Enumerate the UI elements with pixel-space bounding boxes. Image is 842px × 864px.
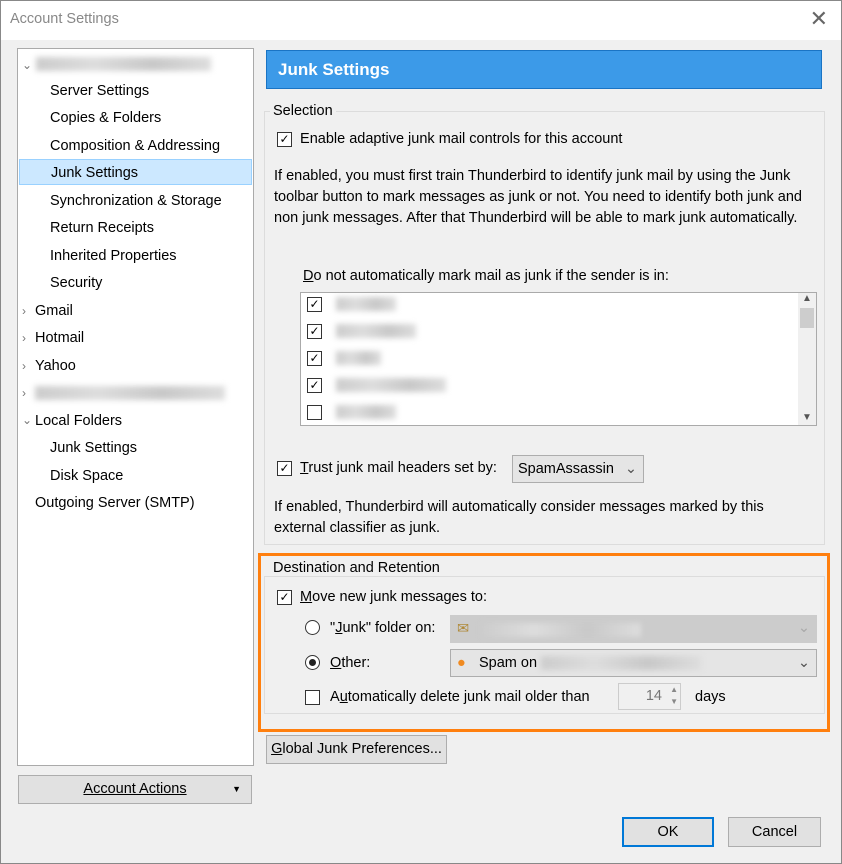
scroll-down-icon[interactable]: ▼ (798, 412, 816, 423)
chevron-down-icon[interactable]: ⌄ (22, 413, 32, 427)
chevron-right-icon[interactable]: › (22, 386, 26, 400)
list-item[interactable]: ✓ (307, 377, 447, 404)
account-actions-button[interactable]: Account Actions ▼ (18, 775, 252, 804)
list-scrollbar[interactable]: ▲ ▼ (798, 293, 816, 425)
window-title: Account Settings (10, 11, 119, 27)
tree-item-composition[interactable]: Composition & Addressing (50, 133, 220, 159)
trust-headers-checkbox[interactable]: ✓ Trust junk mail headers set by: (277, 460, 497, 476)
classifier-value: SpamAssassin (518, 461, 614, 477)
highlight-box (258, 553, 830, 732)
list-item[interactable]: ✓ (307, 323, 417, 350)
chevron-down-icon: ⌄ (624, 461, 637, 477)
tree-local-disk-space[interactable]: Disk Space (50, 463, 123, 489)
chevron-right-icon[interactable]: › (22, 304, 26, 318)
selection-description: If enabled, you must first train Thunder… (274, 168, 802, 226)
chevron-down-icon[interactable]: ⌄ (22, 58, 32, 72)
tree-account-gmail[interactable]: Gmail (35, 298, 73, 324)
trust-description: If enabled, Thunderbird will automatical… (274, 499, 764, 536)
tree-item-sync-storage[interactable]: Synchronization & Storage (50, 188, 222, 214)
global-junk-preferences-button[interactable]: Global Junk Preferences... (266, 735, 447, 764)
account-actions-label: Account Actions (83, 781, 187, 797)
tree-account-yahoo[interactable]: Yahoo (35, 353, 76, 379)
ok-button[interactable]: OK (622, 817, 714, 847)
chevron-right-icon[interactable]: › (22, 331, 26, 345)
tree-item-inherited[interactable]: Inherited Properties (50, 243, 177, 269)
trust-headers-label: Trust junk mail headers set by: (300, 460, 497, 476)
page-title: Junk Settings (266, 50, 822, 89)
tree-account-other[interactable] (35, 380, 225, 406)
list-item[interactable] (307, 404, 397, 431)
tree-item-copies-folders[interactable]: Copies & Folders (50, 105, 161, 131)
cancel-button[interactable]: Cancel (728, 817, 821, 847)
tree-item-junk-settings[interactable]: Junk Settings (19, 159, 252, 185)
classifier-select[interactable]: SpamAssassin ⌄ (512, 455, 644, 483)
close-icon[interactable]: ✕ (810, 6, 828, 32)
list-item[interactable]: ✓ (307, 350, 382, 377)
scroll-thumb[interactable] (800, 308, 814, 328)
enable-adaptive-checkbox[interactable]: ✓ Enable adaptive junk mail controls for… (277, 131, 622, 147)
tree-account-primary[interactable] (36, 51, 211, 77)
tree-local-folders[interactable]: Local Folders (35, 408, 122, 434)
chevron-right-icon[interactable]: › (22, 359, 26, 373)
account-tree[interactable]: ⌄ Server Settings Copies & Folders Compo… (17, 48, 254, 766)
selection-legend: Selection (270, 103, 336, 119)
list-item[interactable]: ✓ (307, 296, 397, 323)
title-bar (0, 0, 842, 40)
tree-account-hotmail[interactable]: Hotmail (35, 325, 84, 351)
tree-local-junk-settings[interactable]: Junk Settings (50, 435, 137, 461)
whitelist-label: Do not automatically mark mail as junk i… (303, 268, 669, 284)
dropdown-arrow-icon: ▼ (232, 784, 241, 794)
tree-outgoing-server[interactable]: Outgoing Server (SMTP) (35, 490, 195, 516)
scroll-up-icon[interactable]: ▲ (798, 293, 816, 304)
tree-item-security[interactable]: Security (50, 270, 102, 296)
whitelist-addressbooks-list[interactable]: ✓ ✓ ✓ ✓ ▲ ▼ (300, 292, 817, 426)
tree-item-return-receipts[interactable]: Return Receipts (50, 215, 154, 241)
tree-item-server-settings[interactable]: Server Settings (50, 78, 149, 104)
enable-adaptive-label: Enable adaptive junk mail controls for t… (300, 131, 623, 147)
